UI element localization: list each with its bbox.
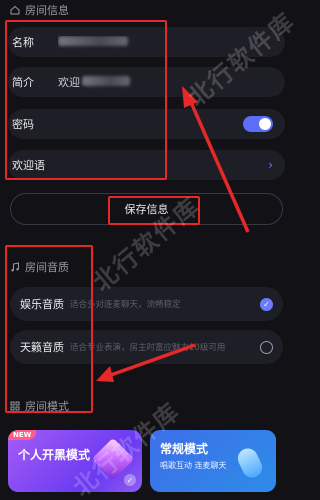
annotation-arrow bbox=[96, 343, 196, 382]
